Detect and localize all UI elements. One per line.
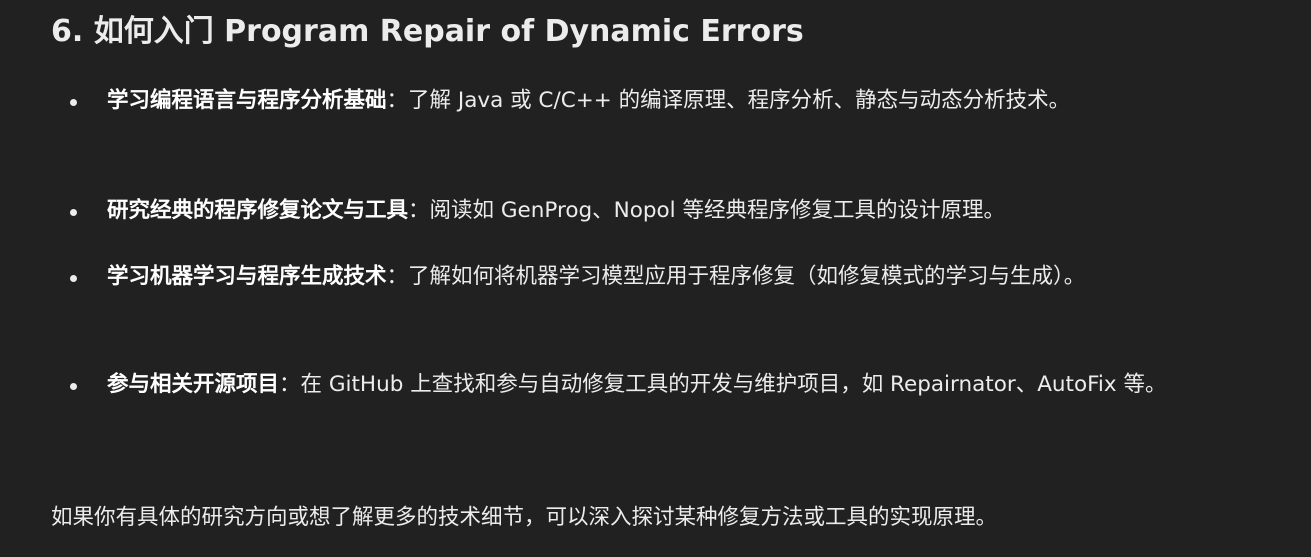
list-item-text: 学习编程语言与程序分析基础：了解 Java 或 C/C++ 的编译原理、程序分析…: [107, 80, 1307, 122]
section-heading: 6. 如何入门 Program Repair of Dynamic Errors: [51, 14, 804, 49]
list-item-body: ：了解如何将机器学习模型应用于程序修复（如修复模式的学习与生成）。: [386, 264, 1086, 289]
bullet-dot: [70, 383, 77, 390]
conclusion-paragraph: 如果你有具体的研究方向或想了解更多的技术细节，可以深入探讨某种修复方法或工具的实…: [51, 505, 998, 530]
bullet-dot: [70, 99, 77, 106]
list-item-title: 学习机器学习与程序生成技术: [107, 264, 387, 289]
list-item-body: ：阅读如 GenProg、Nopol 等经典程序修复工具的设计原理。: [408, 198, 1005, 223]
list-item-title: 学习编程语言与程序分析基础: [107, 88, 387, 113]
list-item-title: 研究经典的程序修复论文与工具: [107, 198, 409, 223]
list-item-text: 学习机器学习与程序生成技术：了解如何将机器学习模型应用于程序修复（如修复模式的学…: [107, 256, 1307, 298]
list-item-body: ：了解 Java 或 C/C++ 的编译原理、程序分析、静态与动态分析技术。: [386, 88, 1071, 113]
bullet-dot: [70, 209, 77, 216]
list-item-body: ：在 GitHub 上查找和参与自动修复工具的开发与维护项目，如 Repairn…: [279, 372, 1167, 397]
list-item-text: 研究经典的程序修复论文与工具：阅读如 GenProg、Nopol 等经典程序修复…: [107, 190, 1307, 232]
bullet-dot: [70, 275, 77, 282]
list-item-text: 参与相关开源项目：在 GitHub 上查找和参与自动修复工具的开发与维护项目，如…: [107, 364, 1307, 406]
list-item-title: 参与相关开源项目: [107, 372, 280, 397]
chat-message-content: 6. 如何入门 Program Repair of Dynamic Errors…: [0, 0, 1311, 557]
